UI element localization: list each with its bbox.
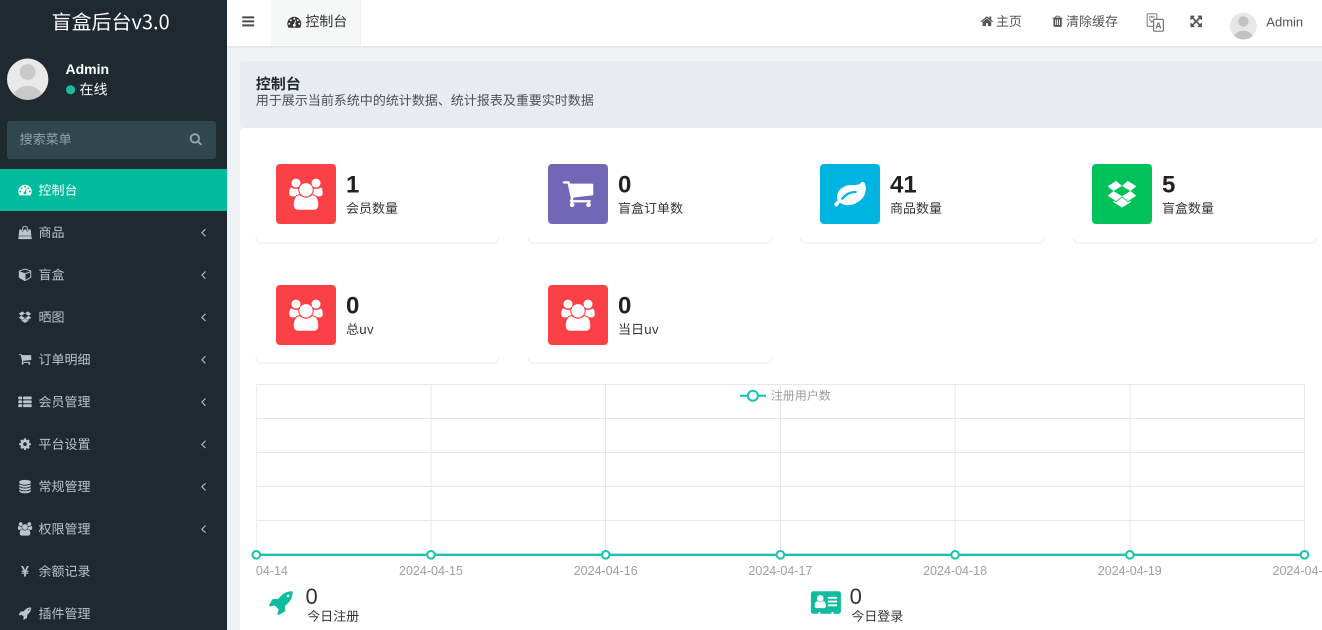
svg-text:0: 0: [306, 584, 318, 609]
svg-text:2024-04-15: 2024-04-15: [399, 564, 463, 578]
svg-text:2024-04-20: 2024-04-20: [1273, 564, 1322, 578]
svg-text:0: 0: [850, 584, 862, 609]
svg-text:04-14: 04-14: [256, 564, 288, 578]
svg-text:A: A: [1155, 21, 1161, 31]
svg-text:Admin: Admin: [66, 61, 110, 77]
svg-text:0: 0: [618, 172, 631, 199]
svg-text:2024-04-19: 2024-04-19: [1098, 564, 1162, 578]
svg-text:2024-04-18: 2024-04-18: [923, 564, 987, 578]
svg-text:Admin: Admin: [1266, 14, 1303, 29]
svg-text:0: 0: [618, 293, 631, 320]
svg-text:0: 0: [346, 293, 359, 320]
svg-text:2024-04-16: 2024-04-16: [574, 564, 638, 578]
svg-text:1: 1: [346, 172, 359, 199]
svg-text:2024-04-17: 2024-04-17: [748, 564, 812, 578]
svg-text:41: 41: [890, 172, 917, 199]
svg-text:5: 5: [1162, 172, 1175, 199]
